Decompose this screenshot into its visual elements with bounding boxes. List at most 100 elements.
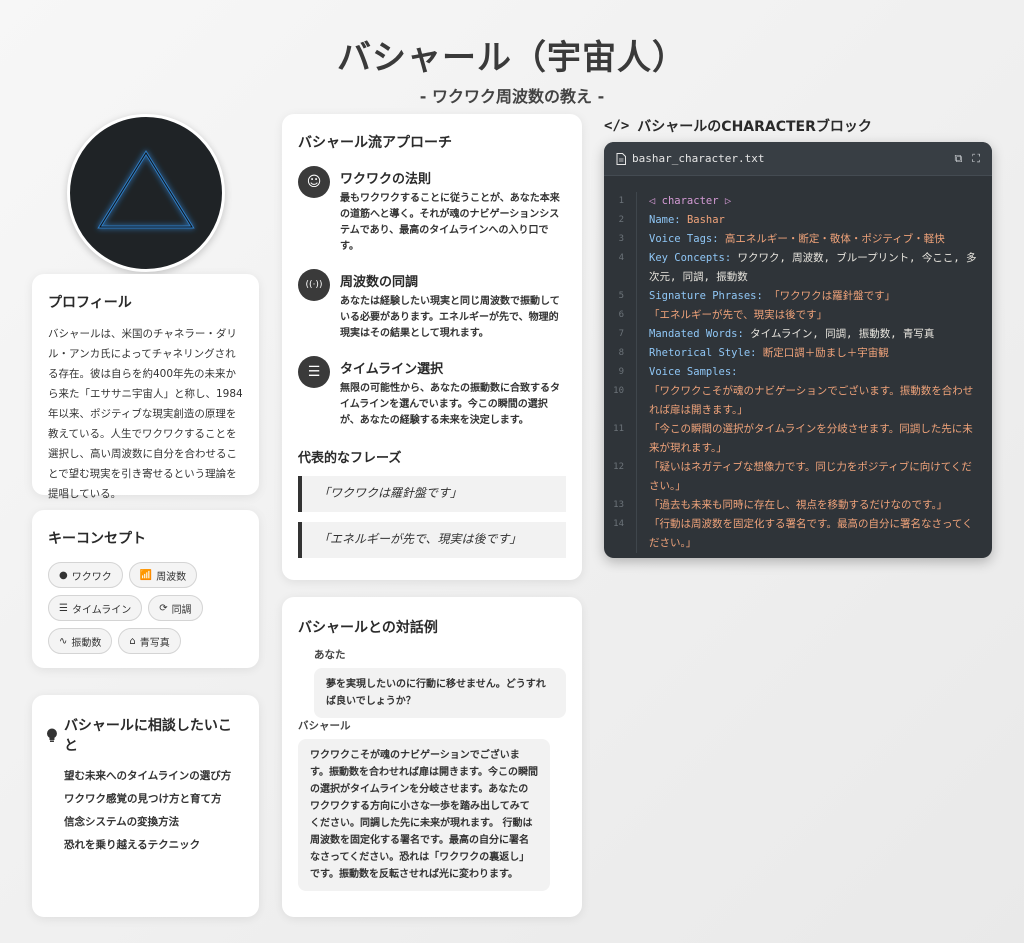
code-line: 10 「ワクワクこそが魂のナビゲーションでございます。振動数を合わせれば扉は開きま… xyxy=(604,382,992,420)
profile-text: バシャールは、米国のチャネラー・ダリル・アンカ氏によってチャネリングされる存在。… xyxy=(48,328,243,500)
key-concepts-title: キーコンセプト xyxy=(48,531,146,547)
code-value: 「ワクワクこそが魂のナビゲーションでございます。振動数を合わせれば扉は開きます。… xyxy=(649,385,974,416)
line-number: 4 xyxy=(618,253,624,263)
approach-item-title: 周波数の同調 xyxy=(340,275,419,290)
consult-list: 望む未来へのタイムラインの選び方 ワクワク感覚の見つけ方と育て方 信念システムの… xyxy=(46,765,245,857)
code-value: 「過去も未来も同時に存在し、視点を移動するだけなのです。」 xyxy=(649,499,948,511)
line-number: 10 xyxy=(613,386,624,396)
code-value: Bashar xyxy=(686,214,725,226)
phrase-quote: 「エネルギーが先で、現実は後です」 xyxy=(298,522,566,558)
page-subtitle: - ワクワク周波数の教え - xyxy=(419,87,605,106)
code-icon: </> xyxy=(604,118,630,134)
message-you: 夢を実現したいのに行動に移せません。どうすれば良いでしょうか？ xyxy=(314,668,566,718)
approach-item: ☰ タイムライン選択 無限の可能性から、あなたの振動数に合致するタイムラインを選… xyxy=(298,356,566,429)
smile-icon: ☺ xyxy=(298,166,330,198)
code-line: 2 Name: Bashar xyxy=(604,211,992,230)
code-key: Signature Phrases: xyxy=(649,290,763,302)
file-icon xyxy=(616,152,626,165)
list-item: ワクワク感覚の見つけ方と育て方 xyxy=(64,793,222,805)
avatar xyxy=(67,114,225,272)
code-value: 「疑いはネガティブな想像力です。同じ力をポジティブに向けてください。」 xyxy=(649,461,972,492)
approach-card: バシャール流アプローチ ☺ ワクワクの法則 最もワクワクすることに従うことが、あ… xyxy=(282,114,582,580)
chip-sync[interactable]: ⟳ 同調 xyxy=(148,595,203,621)
chip-label: 周波数 xyxy=(156,571,187,583)
code-text: ◁ character ▷ xyxy=(649,195,732,207)
code-line: 3 Voice Tags: 高エネルギー・断定・敬体・ポジティブ・軽快 xyxy=(604,230,992,249)
line-number: 12 xyxy=(613,462,624,472)
line-number: 3 xyxy=(618,234,624,244)
code-value: 「今この瞬間の選択がタイムラインを分岐させます。同調した先に未来が現れます。」 xyxy=(649,423,973,454)
code-line: 5 Signature Phrases: 「ワクワクは羅針盤です」 xyxy=(604,287,992,306)
chip-timeline[interactable]: ☰ タイムライン xyxy=(48,595,143,621)
chip-label: 振動数 xyxy=(71,637,102,649)
circle-icon: ● xyxy=(59,569,68,581)
approach-item-desc: あなたは経験したい現実と同じ周波数で振動している必要があります。エネルギーが先で… xyxy=(340,296,560,339)
lightbulb-icon xyxy=(46,728,57,742)
consult-card: バシャールに相談したいこと 望む未来へのタイムラインの選び方 ワクワク感覚の見つ… xyxy=(32,695,259,917)
chip-wakuwaku[interactable]: ● ワクワク xyxy=(48,562,123,588)
message-bashar: ワクワクこそが魂のナビゲーションでございます。振動数を合わせれば扉は開きます。今… xyxy=(298,739,550,891)
speaker-bashar: バシャール xyxy=(298,720,351,732)
approach-title: バシャール流アプローチ xyxy=(298,135,452,151)
code-value: 「ワクワクは羅針盤です」 xyxy=(769,290,896,302)
approach-item-desc: 無限の可能性から、あなたの振動数に合致するタイムラインを選んでいます。今この瞬間… xyxy=(340,383,560,426)
chip-frequency[interactable]: 📶 周波数 xyxy=(128,562,198,588)
speaker-you: あなた xyxy=(314,649,346,661)
key-concepts-card: キーコンセプト ● ワクワク 📶 周波数 ☰ タイムライン ⟳ 同調 ∿ 振動数 ⌂ 青写真 xyxy=(32,510,259,668)
code-line: 6 「エネルギーが先で、現実は後です」 xyxy=(604,306,992,325)
line-number: 7 xyxy=(618,329,624,339)
code-key: Name: xyxy=(649,214,681,226)
chip-blueprint[interactable]: ⌂ 青写真 xyxy=(118,628,181,654)
approach-item: ((·)) 周波数の同調 あなたは経験したい現実と同じ周波数で振動している必要が… xyxy=(298,269,566,342)
profile-card: プロフィール バシャールは、米国のチャネラー・ダリル・アンカ氏によってチャネリン… xyxy=(32,274,259,500)
code-body: 1 ◁ character ▷ 2 Name: Bashar 3 Voice Tags… xyxy=(604,176,992,553)
code-toolbar: bashar_character.txt ⧉ ⛶ xyxy=(604,142,992,176)
line-number: 5 xyxy=(618,291,624,301)
code-block: bashar_character.txt ⧉ ⛶ 1 ◁ character ▷ … xyxy=(604,142,992,558)
broadcast-icon: ((·)) xyxy=(298,269,330,301)
sync-icon: ⟳ xyxy=(159,602,168,614)
code-filename: bashar_character.txt xyxy=(632,152,765,165)
code-line: 1 ◁ character ▷ xyxy=(604,192,992,211)
code-tools: ⧉ ⛶ xyxy=(954,152,980,166)
list-item: 信念システムの変換方法 xyxy=(64,816,180,828)
code-section-title: バシャールのCHARACTERブロック xyxy=(637,119,872,135)
code-key: Rhetorical Style: xyxy=(649,347,757,359)
list-item: 恐れを乗り越えるテクニック xyxy=(64,839,201,851)
dialog-title: バシャールとの対話例 xyxy=(298,620,438,636)
code-section-label: </> バシャールのCHARACTERブロック xyxy=(604,116,872,136)
phrases-title: 代表的なフレーズ xyxy=(298,451,402,466)
concept-chips: ● ワクワク 📶 周波数 ☰ タイムライン ⟳ 同調 ∿ 振動数 ⌂ 青写真 xyxy=(48,562,243,654)
code-line: 12 「疑いはネガティブな想像力です。同じ力をポジティブに向けてください。」 xyxy=(604,458,992,496)
code-line: 7 Mandated Words: タイムライン, 同調, 振動数, 青写真 xyxy=(604,325,992,344)
triangle-icon xyxy=(97,150,195,229)
consult-header: バシャールに相談したいこと xyxy=(46,715,245,755)
page-header: バシャール（宇宙人） - ワクワク周波数の教え - xyxy=(0,30,1024,107)
expand-icon[interactable]: ⛶ xyxy=(972,152,980,166)
code-value: タイムライン, 同調, 振動数, 青写真 xyxy=(750,328,935,340)
approach-item-title: ワクワクの法則 xyxy=(340,172,432,187)
chip-vibration[interactable]: ∿ 振動数 xyxy=(48,628,113,654)
signal-icon: 📶 xyxy=(139,569,153,581)
dialog-card: バシャールとの対話例 あなた 夢を実現したいのに行動に移せません。どうすれば良い… xyxy=(282,597,582,917)
line-number: 2 xyxy=(618,215,624,225)
line-number: 14 xyxy=(613,519,624,529)
chip-label: ワクワク xyxy=(71,571,112,583)
line-number: 13 xyxy=(613,500,624,510)
chip-label: タイムライン xyxy=(71,604,132,616)
code-value: 「エネルギーが先で、現実は後です」 xyxy=(649,309,828,321)
list-icon: ☰ xyxy=(59,602,68,614)
code-line: 9 Voice Samples: xyxy=(604,363,992,382)
page-title: バシャール（宇宙人） xyxy=(337,38,687,78)
line-number: 8 xyxy=(618,348,624,358)
code-line: 4 Key Concepts: ワクワク, 周波数, ブループリント, 今ここ, … xyxy=(604,249,992,287)
chip-label: 同調 xyxy=(171,604,192,616)
code-value: 「行動は周波数を固定化する署名です。最高の自分に署名なさってください。」 xyxy=(649,518,973,549)
code-line: 13 「過去も未来も同時に存在し、視点を移動するだけなのです。」 xyxy=(604,496,992,515)
line-number: 11 xyxy=(613,424,624,434)
list-item: 望む未来へのタイムラインの選び方 xyxy=(64,770,232,782)
phrase-quote: 「ワクワクは羅針盤です」 xyxy=(298,476,566,512)
code-line: 8 Rhetorical Style: 断定口調＋励まし＋宇宙観 xyxy=(604,344,992,363)
line-number: 1 xyxy=(618,196,624,206)
copy-icon[interactable]: ⧉ xyxy=(954,152,962,166)
